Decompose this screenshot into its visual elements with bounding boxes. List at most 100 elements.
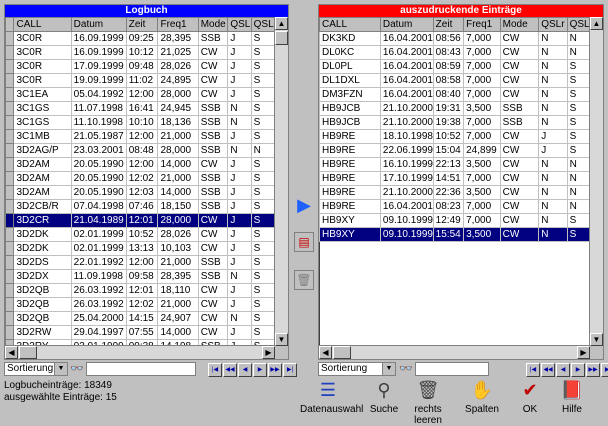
cell-mode[interactable]: CW [197,283,229,298]
cell-call[interactable]: 3D2DK [13,241,72,256]
cell-zeit[interactable]: 12:02 [125,297,159,312]
cell-call[interactable]: HB9RE [319,129,381,144]
cell-qslr[interactable]: J [538,129,568,144]
cell-freq1[interactable]: 3,500 [463,101,501,116]
cell-qslr[interactable]: J [227,255,252,270]
cell-qslr[interactable]: J [227,171,252,186]
table-row[interactable]: 3D2AM 20.05.1990 12:00 14,000 CW J S [5,157,275,172]
cell-zeit[interactable]: 08:58 [432,73,465,88]
row-indicator[interactable] [5,255,15,270]
cell-zeit[interactable]: 12:02 [125,171,159,186]
cell-mode[interactable]: CW [197,227,229,242]
cell-qslr[interactable]: J [227,31,252,46]
prev-record-icon[interactable]: ◀ [238,363,252,377]
cell-mode[interactable]: CW [499,59,540,74]
cell-qsls[interactable]: S [566,87,590,102]
print-horizontal-scrollbar[interactable]: ◀ ▶ [319,345,590,359]
left-sort-select[interactable]: Sortierung ▼ [4,362,68,376]
table-row[interactable]: 3D2CB/R 07.04.1998 07:46 18,150 SSB J S [5,199,275,214]
cell-call[interactable]: 3C0R [13,73,72,88]
table-row[interactable]: DL0KC 16.04.2001 08:43 7,000 CW N N [319,45,590,60]
chevron-down-icon[interactable]: ▼ [382,363,395,375]
cell-datum[interactable]: 16.09.1999 [70,45,127,60]
row-indicator[interactable] [5,199,15,214]
table-row[interactable]: 3C1MB 21.05.1987 12:00 21,000 SSB J S [5,129,275,144]
cell-call[interactable]: HB9RE [319,143,381,158]
table-row[interactable]: HB9JCB 21.10.2000 19:31 3,500 SSB N S [319,101,590,116]
column-header-datum[interactable]: Datum [70,17,127,32]
cell-zeit[interactable]: 07:46 [125,199,159,214]
row-indicator[interactable] [5,325,15,340]
cell-qslr[interactable]: N [538,31,568,46]
table-row[interactable]: HB9XY 09.10.1999 12:49 7,000 CW N S [319,213,590,228]
cell-qslr[interactable]: J [227,59,252,74]
cell-freq1[interactable]: 28,395 [157,31,199,46]
cell-zeit[interactable]: 10:52 [432,129,465,144]
scroll-thumb-h[interactable] [19,346,37,359]
cell-datum[interactable]: 22.01.1992 [70,255,127,270]
cell-qsls[interactable]: S [250,297,275,312]
cell-qsls[interactable]: S [250,241,275,256]
cell-qsls[interactable]: N [566,157,590,172]
cell-call[interactable]: 3C0R [13,59,72,74]
cell-mode[interactable]: SSB [499,115,540,130]
cell-datum[interactable]: 26.03.1992 [70,283,127,298]
table-row[interactable]: 3D2DS 22.01.1992 12:00 21,000 SSB J S [5,255,275,270]
cell-qsls[interactable]: S [566,227,590,242]
cell-datum[interactable]: 21.10.2000 [379,185,434,200]
cell-mode[interactable]: CW [499,143,540,158]
cell-datum[interactable]: 20.05.1990 [70,171,127,186]
cell-mode[interactable]: CW [197,87,229,102]
binoculars-icon[interactable]: 👓 [399,362,413,376]
cell-qsls[interactable]: S [250,45,275,60]
cell-datum[interactable]: 23.03.2001 [70,143,127,158]
cell-freq1[interactable]: 21,025 [157,45,199,60]
cell-qslr[interactable]: J [227,283,252,298]
cell-datum[interactable]: 17.10.1999 [379,171,434,186]
cell-mode[interactable]: SSB [197,101,229,116]
table-row[interactable]: DM3FZN 16.04.2001 08:40 7,000 CW N S [319,87,590,102]
cell-call[interactable]: HB9XY [319,227,381,242]
cell-call[interactable]: DL0KC [319,45,381,60]
cell-zeit[interactable]: 14:51 [432,171,465,186]
cell-zeit[interactable]: 10:52 [125,227,159,242]
cell-zeit[interactable]: 15:54 [432,227,465,242]
right-sort-select[interactable]: Sortierung ▼ [318,362,396,376]
cell-datum[interactable]: 18.10.1998 [379,129,434,144]
next-page-icon[interactable]: ▶▶ [268,363,282,377]
cell-datum[interactable]: 11.07.1998 [70,101,127,116]
left-search-input[interactable] [86,362,196,376]
scroll-thumb-h[interactable] [333,346,351,359]
row-indicator[interactable] [5,129,15,144]
table-row[interactable]: HB9RE 17.10.1999 14:51 7,000 CW N N [319,171,590,186]
cell-mode[interactable]: SSB [197,171,229,186]
row-indicator[interactable] [5,157,15,172]
cell-call[interactable]: HB9RE [319,157,381,172]
cell-qsls[interactable]: S [250,101,275,116]
copy-list-button[interactable]: ▤ [294,232,314,252]
cell-call[interactable]: HB9RE [319,199,381,214]
cell-qsls[interactable]: S [250,87,275,102]
cell-qslr[interactable]: N [538,213,568,228]
table-row[interactable]: HB9JCB 21.10.2000 19:38 7,000 SSB N S [319,115,590,130]
cell-datum[interactable]: 11.10.1998 [70,115,127,130]
scroll-up-icon[interactable]: ▲ [590,17,603,30]
cell-qsls[interactable]: S [250,255,275,270]
move-right-button[interactable]: ▶ [294,196,314,216]
cell-qsls[interactable]: S [250,129,275,144]
cell-qsls[interactable]: S [250,199,275,214]
cell-mode[interactable]: SSB [197,31,229,46]
cell-freq1[interactable]: 28,026 [157,227,199,242]
table-row[interactable]: HB9RE 22.06.1999 15:04 24,899 CW J S [319,143,590,158]
cell-datum[interactable]: 16.04.2001 [379,45,434,60]
cell-qslr[interactable]: J [227,213,252,228]
cell-qsls[interactable]: S [250,213,275,228]
cell-datum[interactable]: 16.04.2001 [379,59,434,74]
cell-qslr[interactable]: J [227,157,252,172]
cell-freq1[interactable]: 14,000 [157,185,199,200]
cell-zeit[interactable]: 08:23 [432,199,465,214]
table-row[interactable]: 3D2QB 26.03.1992 12:01 18,110 CW J S [5,283,275,298]
table-row[interactable]: HB9RE 21.10.2000 22:36 3,500 CW N N [319,185,590,200]
cell-mode[interactable]: CW [499,129,540,144]
cell-call[interactable]: 3D2CB/R [13,199,72,214]
